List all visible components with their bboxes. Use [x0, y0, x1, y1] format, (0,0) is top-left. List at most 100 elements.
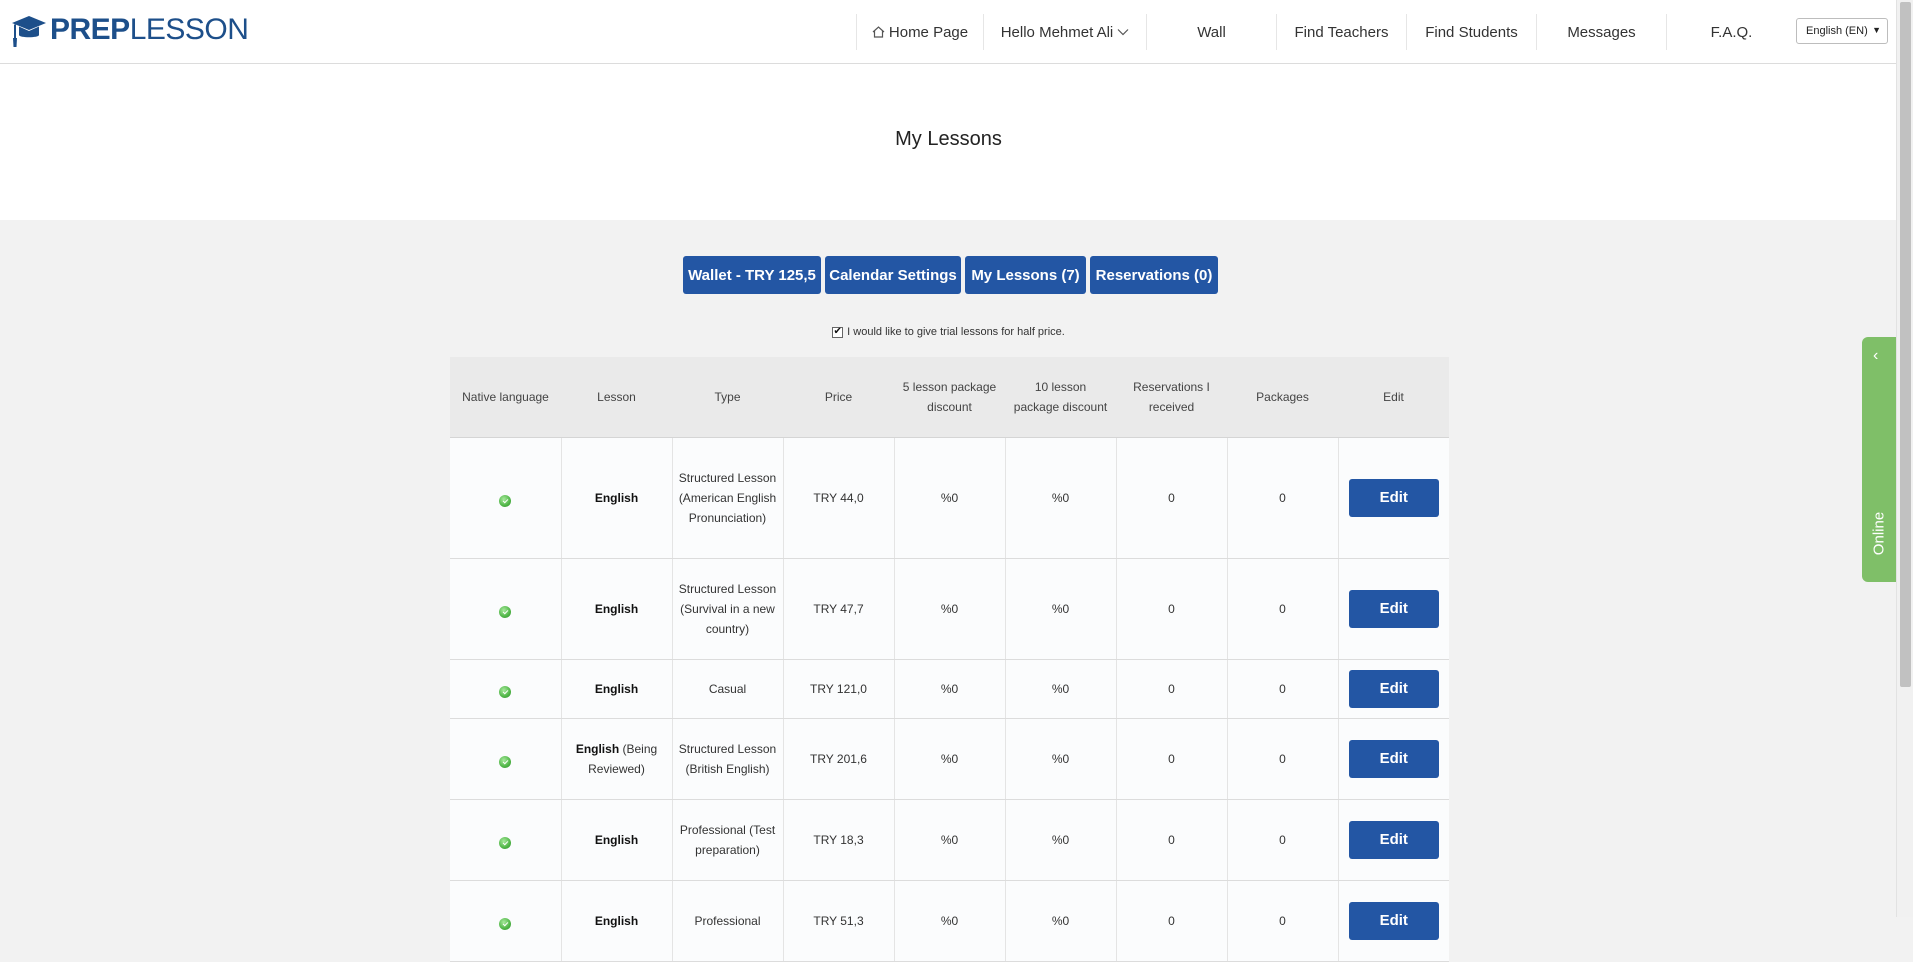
nav-home[interactable]: Home Page — [856, 14, 983, 50]
table-header-row: Native language Lesson Type Price 5 less… — [450, 357, 1449, 438]
dropdown-arrow-icon: ▼ — [1872, 25, 1881, 35]
packages-cell: 0 — [1226, 718, 1338, 800]
table-row: English Casual TRY 121,0 %0 %0 0 0 Edit — [450, 659, 1449, 719]
native-language-cell — [450, 659, 561, 719]
chevron-left-icon: ‹ — [1873, 347, 1879, 364]
discount-10-cell: %0 — [1004, 558, 1116, 660]
lesson-cell: English (Being Reviewed) — [560, 718, 672, 800]
edit-button[interactable]: Edit — [1348, 821, 1439, 859]
nav-find-teachers-label: Find Teachers — [1294, 23, 1389, 41]
packages-cell: 0 — [1226, 880, 1338, 962]
native-language-cell — [450, 799, 561, 881]
edit-cell: Edit — [1337, 799, 1449, 881]
discount-10-cell: %0 — [1004, 880, 1116, 962]
trial-label: I would like to give trial lessons for h… — [847, 326, 1065, 338]
edit-button[interactable]: Edit — [1348, 670, 1439, 708]
brand-logo[interactable]: PREPLESSON — [10, 9, 249, 51]
edit-cell: Edit — [1337, 659, 1449, 719]
lesson-name: English — [594, 914, 639, 928]
native-language-cell — [450, 437, 561, 559]
col-packages: Packages — [1227, 357, 1338, 438]
table-row: English Professional (Test preparation) … — [450, 799, 1449, 881]
lesson-name: English — [594, 491, 639, 505]
col-lesson: Lesson — [561, 357, 672, 438]
check-circle-icon — [499, 837, 512, 849]
page-title: My Lessons — [895, 128, 1002, 150]
nav-user-menu[interactable]: Hello Mehmet Ali — [983, 14, 1146, 50]
my-lessons-button[interactable]: My Lessons (7) — [965, 256, 1086, 294]
language-selected: English (EN) — [1806, 25, 1868, 37]
top-header: PREPLESSON Home Page Hello Mehmet Ali Wa… — [0, 0, 1897, 64]
reservations-cell: 0 — [1115, 437, 1227, 559]
main-nav: Home Page Hello Mehmet Ali Wall Find Tea… — [856, 14, 1796, 50]
lesson-tabs: Wallet - TRY 125,5 Calendar Settings My … — [683, 256, 1218, 294]
edit-cell: Edit — [1337, 437, 1449, 559]
check-circle-icon — [499, 686, 512, 698]
col-type: Type — [672, 357, 783, 438]
reservations-cell: 0 — [1115, 659, 1227, 719]
col-reservations-received: Reservations I received — [1116, 357, 1227, 438]
col-10-lesson-discount: 10 lesson package discount — [1005, 357, 1116, 438]
scrollbar-thumb[interactable] — [1900, 2, 1911, 687]
nav-faq[interactable]: F.A.Q. — [1666, 14, 1796, 50]
lesson-name: English — [594, 682, 639, 696]
type-cell: Structured Lesson (American English Pron… — [671, 437, 783, 559]
edit-button[interactable]: Edit — [1348, 479, 1439, 517]
col-native-language: Native language — [450, 357, 561, 438]
nav-wall-label: Wall — [1197, 23, 1226, 41]
native-language-cell — [450, 558, 561, 660]
calendar-settings-button[interactable]: Calendar Settings — [825, 256, 961, 294]
lesson-name: English — [575, 742, 620, 756]
table-row: English Professional TRY 51,3 %0 %0 0 0 … — [450, 880, 1449, 962]
edit-button[interactable]: Edit — [1348, 590, 1439, 628]
type-cell: Structured Lesson (Survival in a new cou… — [671, 558, 783, 660]
price-cell: TRY 44,0 — [782, 437, 894, 559]
type-cell: Professional (Test preparation) — [671, 799, 783, 881]
reservations-cell: 0 — [1115, 799, 1227, 881]
discount-10-cell: %0 — [1004, 718, 1116, 800]
col-edit: Edit — [1338, 357, 1449, 438]
home-icon — [872, 26, 885, 38]
online-side-tab[interactable]: ‹ Online — [1862, 337, 1897, 582]
lesson-name: English — [594, 602, 639, 616]
nav-find-teachers[interactable]: Find Teachers — [1276, 14, 1406, 50]
reservations-cell: 0 — [1115, 558, 1227, 660]
nav-wall[interactable]: Wall — [1146, 14, 1276, 50]
nav-faq-label: F.A.Q. — [1710, 23, 1753, 41]
language-select[interactable]: English (EN) ▼ — [1796, 18, 1888, 44]
lesson-cell: English — [560, 437, 672, 559]
discount-5-cell: %0 — [893, 880, 1005, 962]
nav-find-students-label: Find Students — [1425, 23, 1518, 41]
discount-5-cell: %0 — [893, 437, 1005, 559]
packages-cell: 0 — [1226, 558, 1338, 660]
lesson-name: English — [594, 833, 639, 847]
edit-button[interactable]: Edit — [1348, 740, 1439, 778]
type-cell: Casual — [671, 659, 783, 719]
discount-5-cell: %0 — [893, 558, 1005, 660]
nav-find-students[interactable]: Find Students — [1406, 14, 1536, 50]
trial-checkbox[interactable]: ✔ — [832, 326, 844, 338]
lesson-cell: English — [560, 659, 672, 719]
nav-home-label: Home Page — [888, 23, 969, 41]
col-5-lesson-discount: 5 lesson package discount — [894, 357, 1005, 438]
wallet-button[interactable]: Wallet - TRY 125,5 — [683, 256, 821, 294]
reservations-cell: 0 — [1115, 718, 1227, 800]
edit-button[interactable]: Edit — [1348, 902, 1439, 940]
check-circle-icon — [499, 495, 512, 507]
reservations-cell: 0 — [1115, 880, 1227, 962]
nav-messages[interactable]: Messages — [1536, 14, 1666, 50]
lessons-table: Native language Lesson Type Price 5 less… — [450, 357, 1449, 962]
nav-messages-label: Messages — [1567, 23, 1636, 41]
price-cell: TRY 18,3 — [782, 799, 894, 881]
page-scrollbar[interactable] — [1896, 0, 1913, 917]
check-circle-icon — [499, 918, 512, 930]
reservations-button[interactable]: Reservations (0) — [1090, 256, 1218, 294]
lesson-cell: English — [560, 880, 672, 962]
check-circle-icon — [499, 756, 512, 768]
table-row: English Structured Lesson (American Engl… — [450, 437, 1449, 559]
edit-cell: Edit — [1337, 558, 1449, 660]
discount-10-cell: %0 — [1004, 659, 1116, 719]
packages-cell: 0 — [1226, 659, 1338, 719]
brand-name: PREPLESSON — [50, 13, 249, 46]
type-cell: Structured Lesson (British English) — [671, 718, 783, 800]
